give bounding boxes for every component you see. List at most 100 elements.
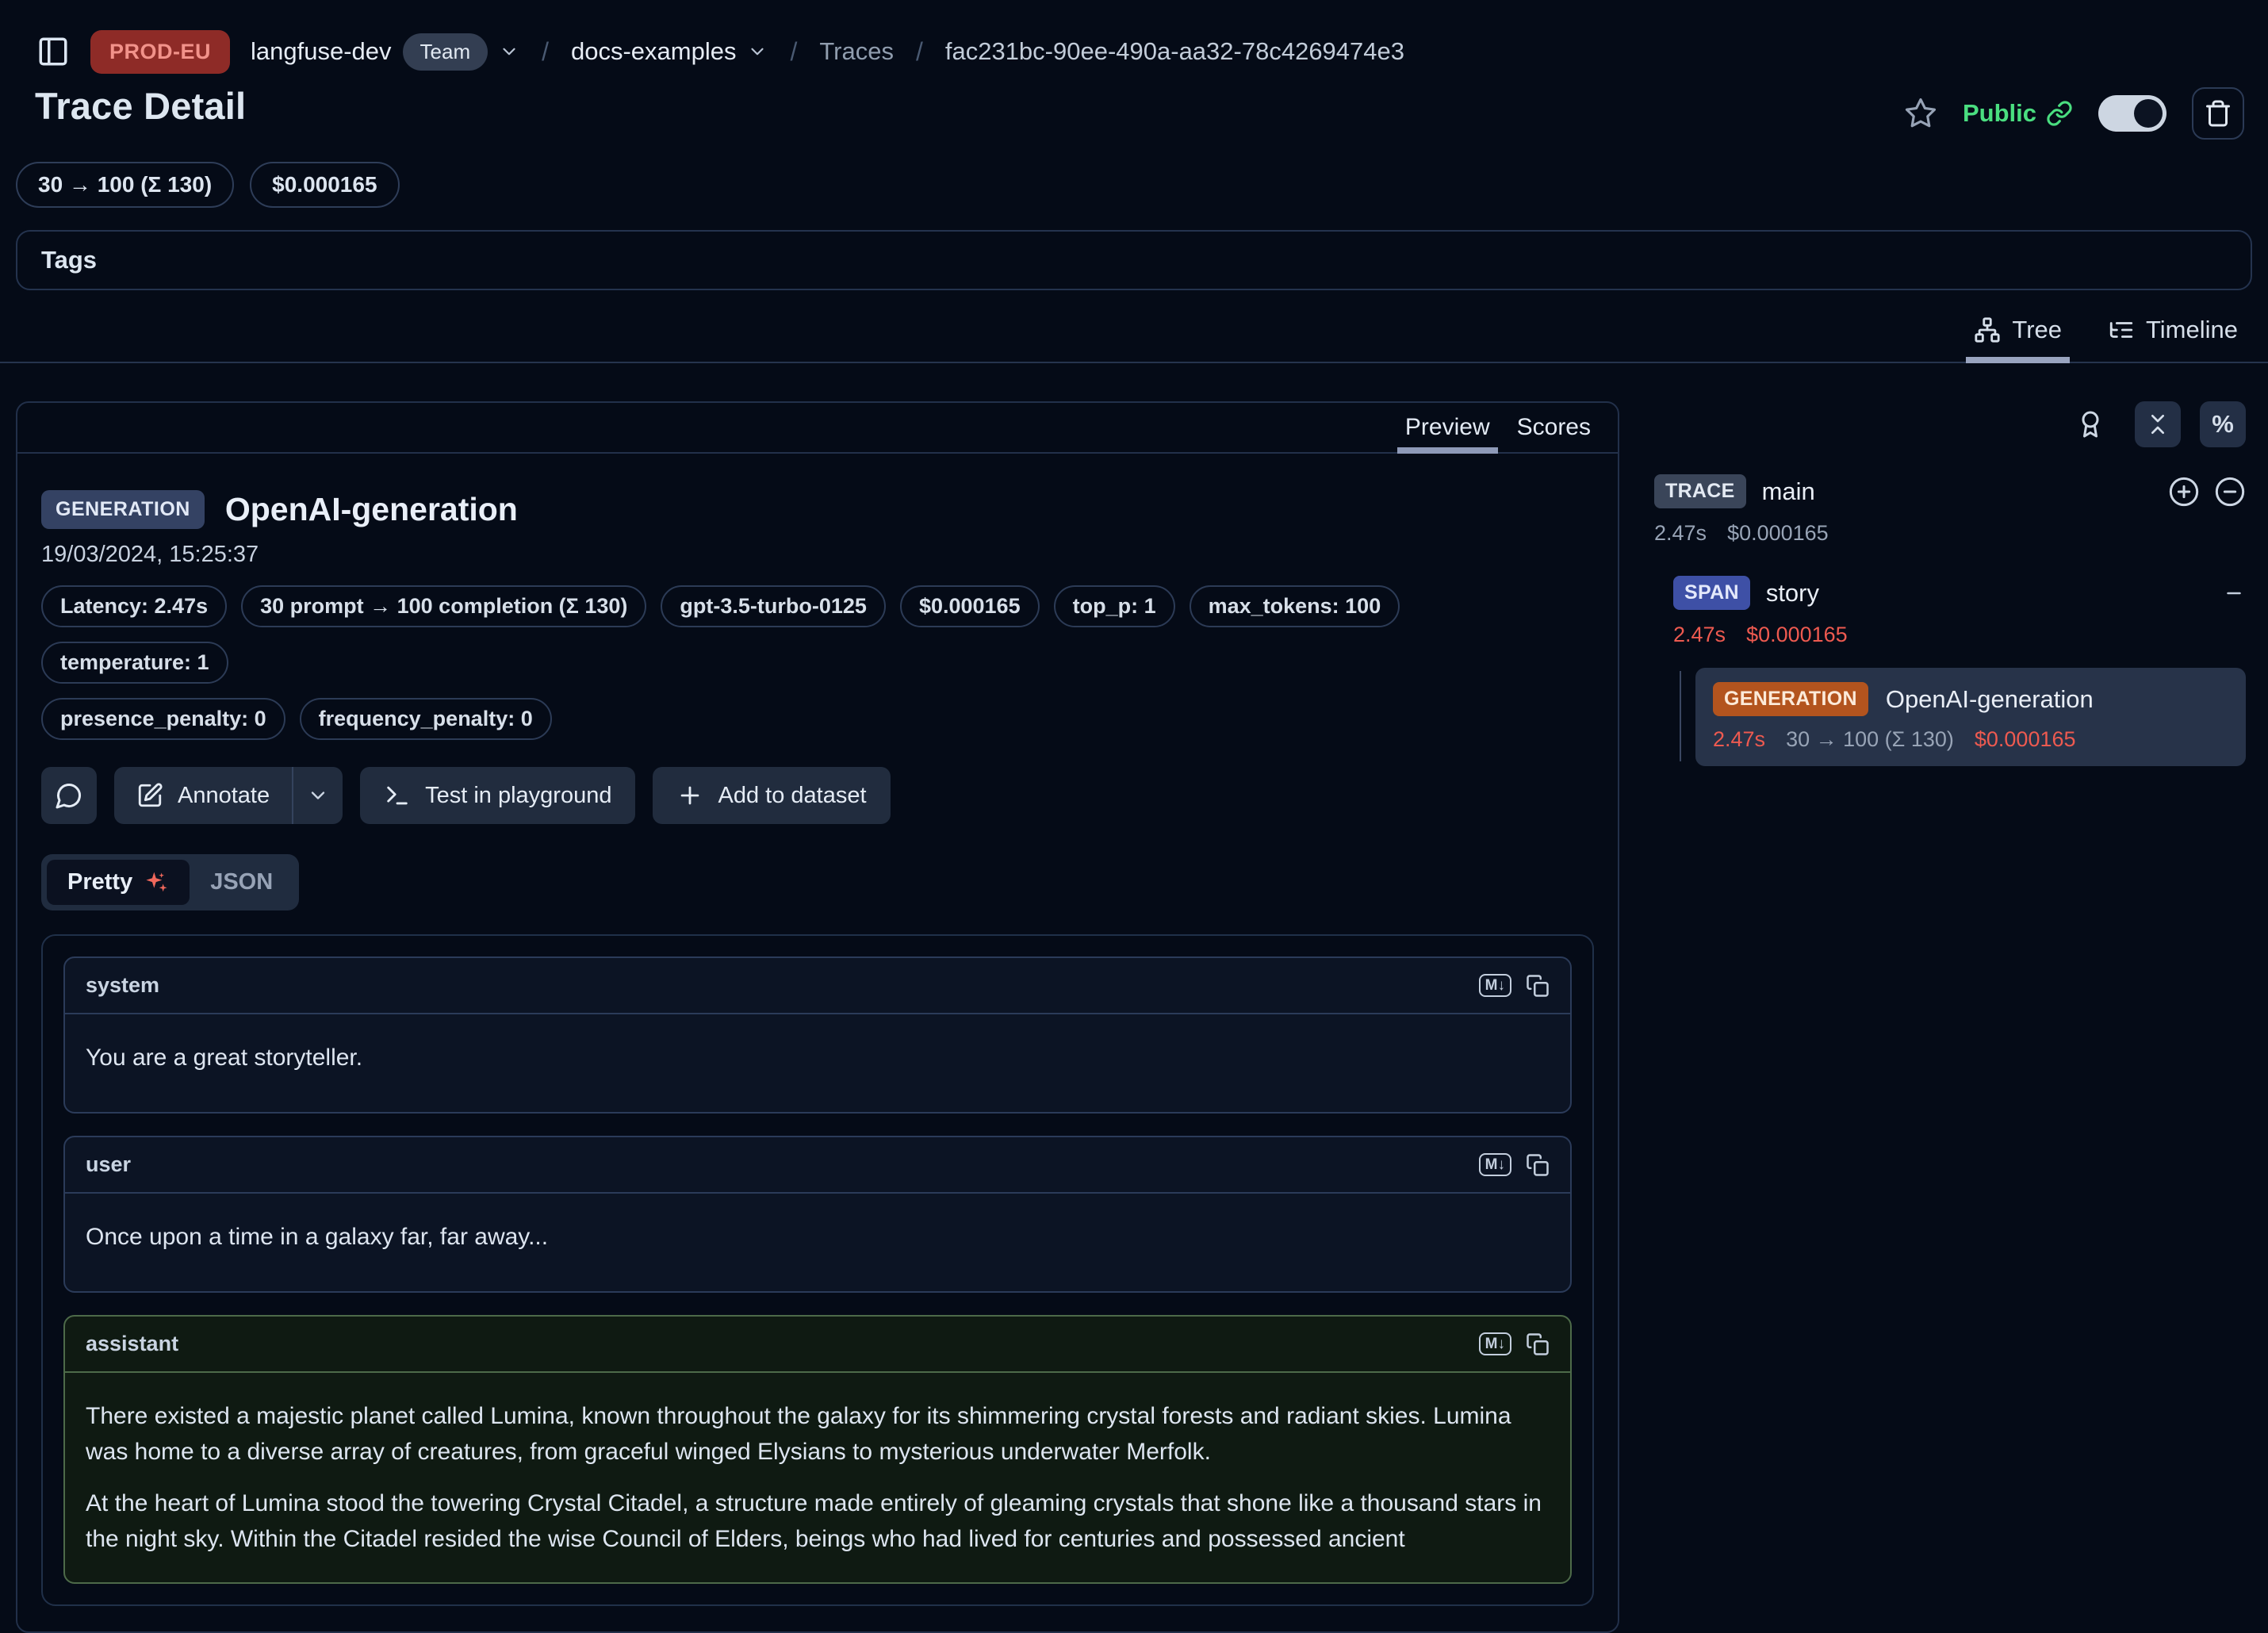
frequency-penalty-badge: frequency_penalty: 0 bbox=[300, 698, 552, 740]
link-icon bbox=[2046, 100, 2073, 127]
observation-params-row1: Latency: 2.47s 30 prompt → 100 completio… bbox=[41, 585, 1594, 684]
add-to-dataset-label: Add to dataset bbox=[718, 783, 866, 809]
annotate-split-button: Annotate bbox=[114, 767, 343, 824]
pretty-label: Pretty bbox=[67, 869, 132, 895]
trace-metrics: 2.47s $0.000165 bbox=[1654, 521, 2246, 546]
edit-icon bbox=[136, 782, 163, 809]
star-icon[interactable] bbox=[1904, 97, 1937, 130]
sidebar-controls: % bbox=[1654, 401, 2246, 447]
add-to-dataset-button[interactable]: Add to dataset bbox=[653, 767, 890, 824]
message-role: system bbox=[86, 973, 159, 998]
public-toggle[interactable] bbox=[2098, 95, 2166, 132]
span-type-badge: SPAN bbox=[1673, 576, 1750, 610]
model-badge[interactable]: gpt-3.5-turbo-0125 bbox=[661, 585, 886, 627]
trace-id: fac231bc-90ee-490a-aa32-78c4269474e3 bbox=[945, 37, 1404, 66]
chevron-down-icon bbox=[747, 41, 768, 62]
zoom-out-icon[interactable] bbox=[2214, 476, 2246, 508]
observation-params-row2: presence_penalty: 0 frequency_penalty: 0 bbox=[41, 698, 1594, 740]
terminal-icon bbox=[384, 782, 411, 809]
actions-row: Annotate Test in playground Add to datas… bbox=[41, 767, 1594, 824]
message-content: You are a great storyteller. bbox=[65, 1014, 1570, 1112]
span-latency: 2.47s bbox=[1673, 623, 1726, 647]
messages-container: system M↓ You are a great storyteller. u… bbox=[41, 934, 1594, 1606]
breadcrumb-traces-link[interactable]: Traces bbox=[819, 37, 894, 66]
temperature-badge: temperature: 1 bbox=[41, 642, 228, 684]
span-node-block: SPAN story 2.47s $0.000165 GENERATION bbox=[1673, 576, 2246, 766]
generation-latency: 2.47s bbox=[1713, 727, 1765, 752]
tags-box[interactable]: Tags bbox=[16, 230, 2252, 290]
copy-icon[interactable] bbox=[1526, 1153, 1550, 1177]
panel-left-icon[interactable] bbox=[36, 35, 70, 68]
plus-icon bbox=[676, 782, 703, 809]
panel-tabs: Preview Scores bbox=[17, 403, 1618, 454]
span-node[interactable]: SPAN story bbox=[1673, 576, 2246, 610]
project-name: docs-examples bbox=[571, 37, 736, 66]
tree-connector-line bbox=[1680, 671, 1681, 761]
trace-tree-sidebar: % TRACE main 2.47s $0.000165 SPAN story bbox=[1654, 401, 2252, 766]
trace-cost: $0.000165 bbox=[1727, 521, 1829, 546]
toggle-knob bbox=[2134, 99, 2163, 128]
content: Preview Scores GENERATION OpenAI-generat… bbox=[0, 401, 2268, 1633]
trace-summary: 30 → 100 (Σ 130) $0.000165 bbox=[0, 140, 2268, 208]
assistant-paragraph: At the heart of Lumina stood the towerin… bbox=[86, 1485, 1550, 1557]
latency-badge: Latency: 2.47s bbox=[41, 585, 227, 627]
token-usage-badge[interactable]: 30 → 100 (Σ 130) bbox=[16, 162, 234, 208]
org-selector[interactable]: langfuse-dev Team bbox=[251, 33, 519, 71]
copy-icon[interactable] bbox=[1526, 974, 1550, 998]
zoom-in-icon[interactable] bbox=[2168, 476, 2200, 508]
generation-node-header: GENERATION OpenAI-generation bbox=[1713, 682, 2228, 716]
markdown-icon[interactable]: M↓ bbox=[1479, 1332, 1511, 1355]
public-link[interactable]: Public bbox=[1963, 99, 2073, 128]
tab-preview[interactable]: Preview bbox=[1405, 403, 1490, 452]
breadcrumb-separator: / bbox=[788, 37, 799, 67]
trash-icon bbox=[2204, 99, 2232, 128]
observation-timestamp: 19/03/2024, 15:25:37 bbox=[41, 542, 1594, 568]
project-selector[interactable]: docs-examples bbox=[571, 37, 768, 66]
breadcrumb: PROD-EU langfuse-dev Team / docs-example… bbox=[0, 0, 2268, 76]
copy-icon[interactable] bbox=[1526, 1332, 1550, 1356]
message-content: There existed a majestic planet called L… bbox=[65, 1373, 1570, 1582]
message-assistant: assistant M↓ There existed a majestic pl… bbox=[63, 1315, 1572, 1584]
comment-button[interactable] bbox=[41, 767, 97, 824]
breadcrumb-separator: / bbox=[540, 37, 550, 67]
generation-node-selected[interactable]: GENERATION OpenAI-generation 2.47s 30 → … bbox=[1695, 668, 2246, 766]
generation-tokens: 30 → 100 (Σ 130) bbox=[1786, 727, 1954, 752]
generation-node-wrap: GENERATION OpenAI-generation 2.47s 30 → … bbox=[1673, 668, 2246, 766]
pretty-toggle[interactable]: Pretty bbox=[47, 860, 190, 905]
trace-node[interactable]: TRACE main bbox=[1654, 474, 2246, 508]
trace-latency: 2.47s bbox=[1654, 521, 1707, 546]
tab-tree[interactable]: Tree bbox=[1956, 301, 2079, 362]
public-label: Public bbox=[1963, 99, 2036, 128]
page-title: Trace Detail bbox=[35, 84, 246, 128]
json-toggle[interactable]: JSON bbox=[190, 860, 293, 905]
message-tools: M↓ bbox=[1479, 1153, 1550, 1177]
collapse-all-button[interactable] bbox=[2135, 401, 2181, 447]
collapse-node-icon[interactable] bbox=[2222, 581, 2246, 605]
markdown-icon[interactable]: M↓ bbox=[1479, 974, 1511, 997]
annotate-dropdown-button[interactable] bbox=[293, 767, 343, 824]
annotate-button[interactable]: Annotate bbox=[114, 767, 292, 824]
message-header: system M↓ bbox=[65, 958, 1570, 1014]
playground-label: Test in playground bbox=[425, 783, 611, 809]
tab-timeline[interactable]: Timeline bbox=[2090, 301, 2255, 362]
markdown-icon[interactable]: M↓ bbox=[1479, 1153, 1511, 1176]
org-type-badge: Team bbox=[403, 33, 488, 71]
cost-badge[interactable]: $0.000165 bbox=[250, 162, 399, 208]
message-tools: M↓ bbox=[1479, 974, 1550, 998]
tab-scores[interactable]: Scores bbox=[1517, 403, 1591, 452]
trace-type-badge: TRACE bbox=[1654, 474, 1746, 508]
delete-trace-button[interactable] bbox=[2192, 87, 2244, 140]
test-in-playground-button[interactable]: Test in playground bbox=[360, 767, 635, 824]
observation-header: GENERATION OpenAI-generation bbox=[41, 490, 1594, 529]
message-tools: M↓ bbox=[1479, 1332, 1550, 1356]
title-row: Trace Detail Public bbox=[0, 76, 2268, 140]
observation-name: OpenAI-generation bbox=[225, 491, 518, 528]
environment-badge: PROD-EU bbox=[90, 30, 230, 74]
panel-body: GENERATION OpenAI-generation 19/03/2024,… bbox=[17, 454, 1618, 1631]
award-icon[interactable] bbox=[2076, 408, 2105, 441]
generation-name: OpenAI-generation bbox=[1886, 685, 2094, 714]
metrics-percent-button[interactable]: % bbox=[2200, 401, 2246, 447]
org-name: langfuse-dev bbox=[251, 37, 392, 66]
span-cost: $0.000165 bbox=[1746, 623, 1848, 647]
message-user: user M↓ Once upon a time in a galaxy far… bbox=[63, 1136, 1572, 1293]
